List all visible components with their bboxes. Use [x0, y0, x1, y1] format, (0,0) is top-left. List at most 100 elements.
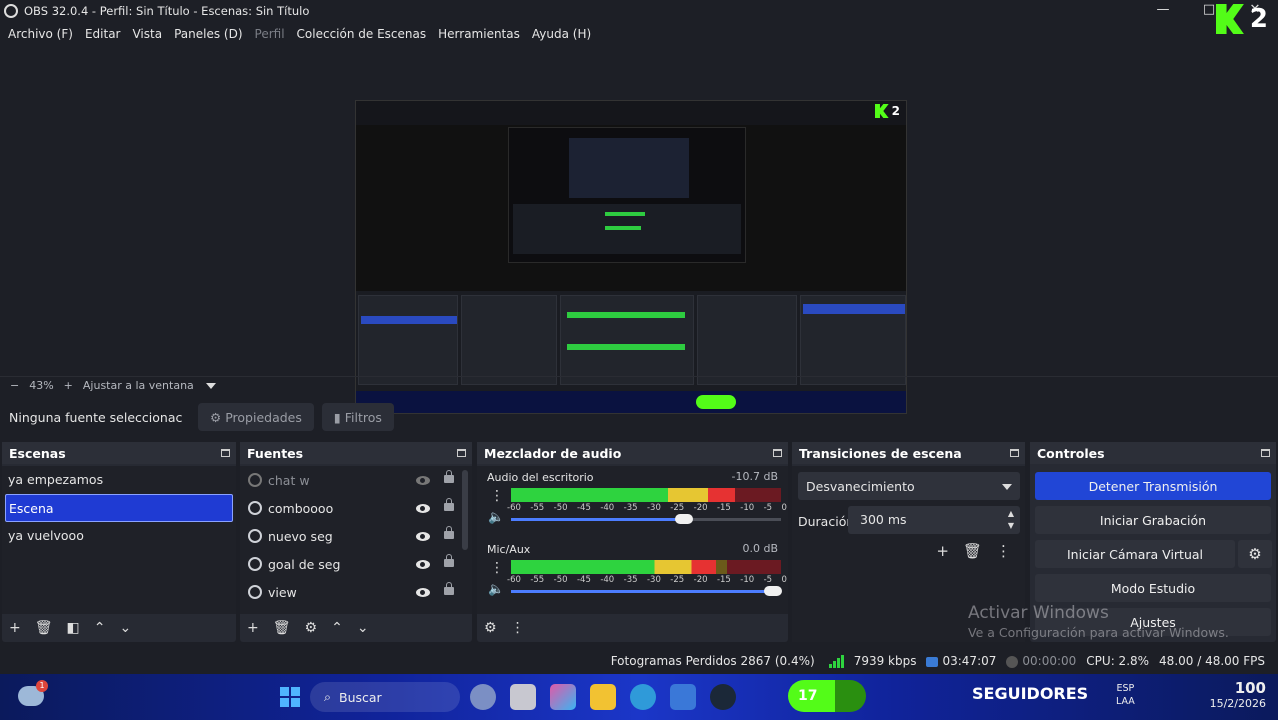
undock-icon[interactable]: [1261, 449, 1270, 457]
menu-vista[interactable]: Vista: [126, 27, 168, 41]
virtual-camera-settings-icon[interactable]: ⚙: [1238, 540, 1272, 568]
source-properties-icon[interactable]: ⚙: [305, 620, 318, 636]
zoom-dropdown-icon[interactable]: [205, 382, 216, 389]
undock-icon[interactable]: [1010, 449, 1019, 457]
settings-button[interactable]: Ajustes: [1035, 608, 1271, 636]
duration-input[interactable]: 300 ms ▲ ▼: [848, 506, 1020, 534]
zoom-fit-label[interactable]: Ajustar a la ventana: [83, 379, 194, 392]
menu-archivo[interactable]: Archivo (F): [2, 27, 79, 41]
source-item[interactable]: comboooo: [240, 494, 472, 522]
speaker-icon[interactable]: 🔈: [488, 582, 504, 597]
taskbar-search[interactable]: ⌕ Buscar: [310, 682, 460, 712]
lock-icon[interactable]: [444, 470, 454, 483]
store-icon[interactable]: [670, 684, 696, 710]
eye-icon[interactable]: [416, 559, 430, 569]
clock[interactable]: 100 15/2/2026: [1210, 680, 1266, 712]
lock-icon[interactable]: [444, 498, 454, 511]
meter-tick-label: -10: [740, 575, 755, 585]
folder-icon[interactable]: [590, 684, 616, 710]
lock-icon[interactable]: [444, 526, 454, 539]
undock-icon[interactable]: [457, 449, 466, 457]
volume-slider[interactable]: [511, 514, 781, 524]
undock-icon[interactable]: [221, 449, 230, 457]
sources-scrollbar[interactable]: [462, 470, 468, 550]
lock-icon[interactable]: [444, 582, 454, 595]
menu-perfil[interactable]: Perfil: [249, 27, 291, 41]
stream-time: 03:47:07: [942, 654, 997, 668]
scene-item[interactable]: ya vuelvooo: [2, 522, 236, 550]
eye-icon[interactable]: [416, 587, 430, 597]
filters-label: Filtros: [344, 409, 382, 425]
zoom-in-button[interactable]: +: [64, 379, 73, 392]
kick-overlay: 2: [1215, 4, 1268, 34]
mixer-header: Mezclador de audio: [477, 442, 788, 464]
meter-tick-label: -5: [763, 503, 773, 513]
menu-herramientas[interactable]: Herramientas: [432, 27, 526, 41]
eye-hidden-icon[interactable]: [416, 475, 430, 485]
add-source-icon[interactable]: +: [247, 620, 259, 636]
program-preview[interactable]: 2: [355, 100, 907, 414]
minimize-button[interactable]: —: [1140, 0, 1186, 22]
copilot-icon[interactable]: [550, 684, 576, 710]
scene-item[interactable]: ya empezamos: [2, 466, 236, 494]
meter-tick-label: -15: [716, 503, 731, 513]
undock-icon[interactable]: [773, 449, 782, 457]
eye-icon[interactable]: [416, 503, 430, 513]
move-down-icon[interactable]: ⌄: [357, 620, 369, 636]
weather-icon[interactable]: 1: [18, 680, 48, 706]
remove-transition-icon[interactable]: 🗑: [963, 542, 982, 560]
channel-menu-icon[interactable]: ⋮: [490, 488, 504, 504]
move-up-icon[interactable]: ⌃: [94, 620, 106, 636]
meter-tick-label: 0: [781, 503, 787, 513]
edge-icon[interactable]: [630, 684, 656, 710]
language-indicator[interactable]: ESP LAA: [1116, 682, 1135, 708]
properties-button[interactable]: ⚙ Propiedades: [198, 403, 314, 431]
remove-scene-icon[interactable]: 🗑: [35, 620, 53, 636]
source-item[interactable]: chat w: [240, 466, 472, 494]
preview-area[interactable]: 2: [0, 46, 1278, 414]
browser-source-icon: [248, 529, 262, 543]
virtual-camera-button[interactable]: Iniciar Cámara Virtual: [1035, 540, 1235, 568]
start-recording-button[interactable]: Iniciar Grabación: [1035, 506, 1271, 534]
zoom-out-button[interactable]: −: [10, 379, 19, 392]
lock-icon[interactable]: [444, 554, 454, 567]
spinner-icon[interactable]: ▲ ▼: [1008, 508, 1014, 532]
transition-select[interactable]: Desvanecimiento: [798, 472, 1020, 500]
scene-item-selected[interactable]: Escena: [5, 494, 233, 522]
speaker-icon[interactable]: 🔈: [488, 510, 504, 525]
menu-editar[interactable]: Editar: [79, 27, 127, 41]
sources-footer: + 🗑 ⚙ ⌃ ⌄: [240, 614, 472, 642]
remove-source-icon[interactable]: 🗑: [273, 620, 291, 636]
channel-menu-icon[interactable]: ⋮: [490, 560, 504, 576]
stop-stream-button[interactable]: Detener Transmisión: [1035, 472, 1271, 500]
file-app-icon[interactable]: [510, 684, 536, 710]
move-up-icon[interactable]: ⌃: [331, 620, 343, 636]
channel-name: Audio del escritorio: [487, 471, 594, 484]
scene-filters-icon[interactable]: ◧: [67, 620, 80, 636]
meter-tick-label: -45: [576, 575, 591, 585]
volume-slider[interactable]: [511, 586, 782, 596]
add-transition-icon[interactable]: +: [936, 542, 949, 560]
menu-coleccion-escenas[interactable]: Colección de Escenas: [291, 27, 433, 41]
advanced-audio-icon[interactable]: ⚙: [484, 620, 497, 636]
volume-knob[interactable]: [763, 586, 782, 596]
add-scene-icon[interactable]: +: [9, 620, 21, 636]
wallpaper-app-icon[interactable]: [470, 684, 496, 710]
mixer-menu-icon[interactable]: ⋮: [511, 620, 525, 636]
menu-ayuda[interactable]: Ayuda (H): [526, 27, 597, 41]
sources-title: Fuentes: [247, 445, 304, 461]
transition-menu-icon[interactable]: ⋮: [996, 542, 1011, 560]
move-down-icon[interactable]: ⌄: [119, 620, 131, 636]
menu-paneles[interactable]: Paneles (D): [168, 27, 248, 41]
eye-icon[interactable]: [416, 531, 430, 541]
source-item[interactable]: nuevo seg: [240, 522, 472, 550]
source-item[interactable]: goal de seg: [240, 550, 472, 578]
steam-icon[interactable]: [710, 684, 736, 710]
transitions-title: Transiciones de escena: [799, 445, 962, 461]
source-item[interactable]: view: [240, 578, 472, 606]
filters-button[interactable]: ▮ Filtros: [321, 403, 394, 431]
preview-nested-titlebar: [356, 101, 906, 125]
studio-mode-button[interactable]: Modo Estudio: [1035, 574, 1271, 602]
windows-start-icon[interactable]: [280, 687, 300, 707]
volume-knob[interactable]: [674, 514, 693, 524]
